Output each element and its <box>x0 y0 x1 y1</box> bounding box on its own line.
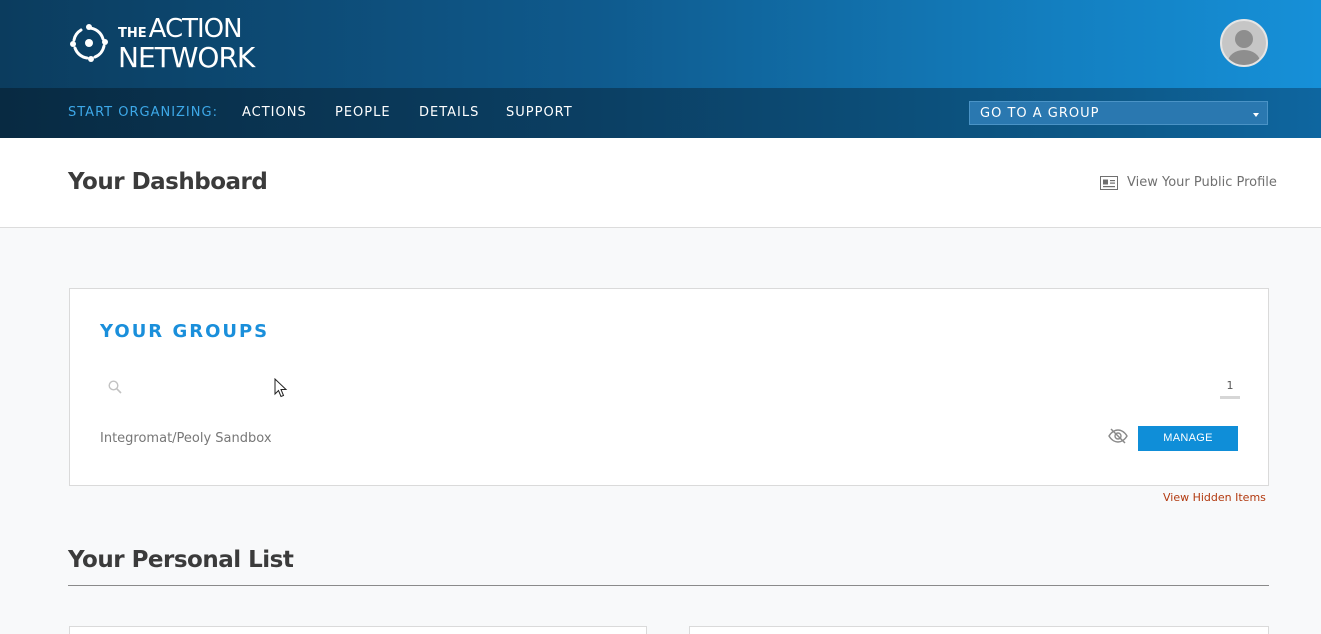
action-network-logo-icon <box>70 24 108 62</box>
page-count[interactable]: 1 <box>1220 379 1240 399</box>
nav-item-actions[interactable]: ACTIONS <box>242 105 307 120</box>
view-public-profile-link[interactable]: View Your Public Profile <box>1100 175 1277 190</box>
nav-start-organizing-label: START ORGANIZING: <box>68 105 218 120</box>
personal-list-card-right <box>689 626 1269 634</box>
logo-text: THEACTION NETWORK <box>118 13 255 74</box>
group-select-label: GO TO A GROUP <box>980 106 1100 121</box>
personal-list-card-left <box>69 626 647 634</box>
view-hidden-items-link[interactable]: View Hidden Items <box>1163 491 1266 504</box>
logo-action: ACTION <box>148 13 243 44</box>
dashboard-title-row: Your Dashboard View Your Public Profile <box>0 138 1321 228</box>
nav-item-support[interactable]: SUPPORT <box>506 105 573 120</box>
group-name[interactable]: Integromat/Peoly Sandbox <box>100 431 272 446</box>
id-card-icon <box>1100 175 1118 190</box>
search-icon <box>108 380 122 394</box>
chevron-down-icon <box>1253 113 1259 117</box>
page-title: Your Dashboard <box>68 169 268 195</box>
manage-button[interactable]: MANAGE <box>1138 426 1238 451</box>
logo[interactable]: THEACTION NETWORK <box>68 13 255 74</box>
avatar-body <box>1228 50 1260 65</box>
personal-list-title: Your Personal List <box>68 547 294 573</box>
your-groups-card: YOUR GROUPS 1 Integromat/Peoly Sandbox M… <box>69 288 1269 486</box>
logo-network: NETWORK <box>118 40 255 74</box>
avatar-head <box>1235 30 1253 48</box>
nav-item-details[interactable]: DETAILS <box>419 105 479 120</box>
go-to-group-select[interactable]: GO TO A GROUP <box>969 101 1268 125</box>
mouse-cursor-icon <box>274 378 288 398</box>
profile-link-label: View Your Public Profile <box>1127 175 1277 190</box>
eye-slash-icon[interactable] <box>1108 428 1128 444</box>
top-header: THEACTION NETWORK <box>0 0 1321 88</box>
logo-the: THE <box>118 25 147 41</box>
groups-title: YOUR GROUPS <box>100 321 270 342</box>
nav-item-people[interactable]: PEOPLE <box>335 105 391 120</box>
user-avatar[interactable] <box>1220 19 1268 67</box>
divider <box>68 585 1269 586</box>
